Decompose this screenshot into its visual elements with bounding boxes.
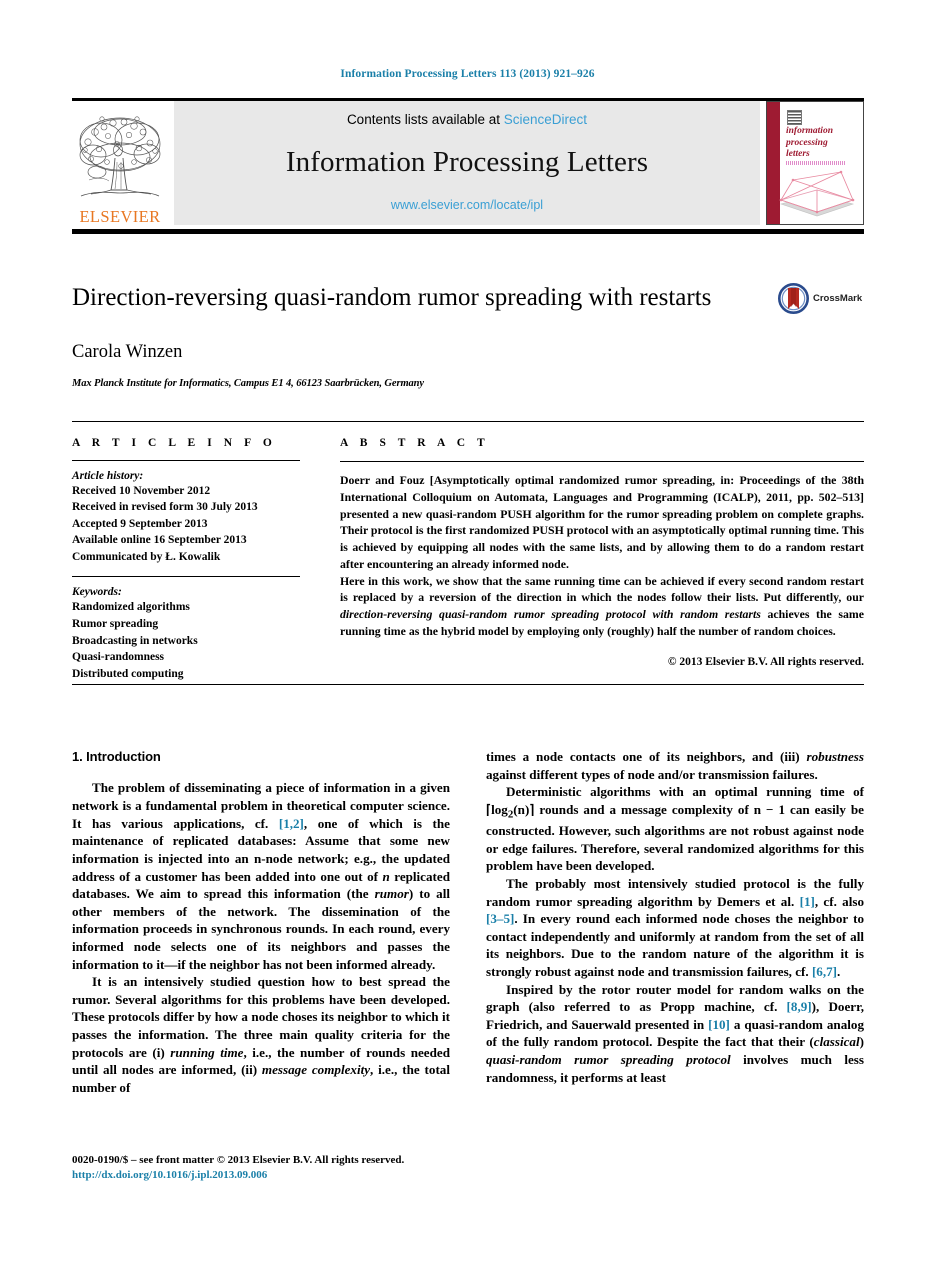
page-footer: 0020-0190/$ – see front matter © 2013 El… (72, 1153, 472, 1183)
crossmark-label: CrossMark (813, 293, 863, 304)
body-text: , cf. also (814, 893, 864, 909)
article-info-column: A R T I C L E I N F O Article history: R… (72, 437, 300, 683)
journal-cover-thumbnail[interactable]: information processing letters (766, 101, 864, 225)
body-text: times a node contacts one of its neighbo… (486, 749, 807, 764)
keywords-block: Keywords: Randomized algorithms Rumor sp… (72, 586, 300, 682)
body-text: . (837, 964, 841, 979)
body-emphasis: rumor (374, 886, 409, 902)
journal-homepage-link[interactable]: www.elsevier.com/locate/ipl (391, 198, 543, 212)
section-heading-introduction: 1. Introduction (72, 749, 161, 764)
history-item: Received in revised form 30 July 2013 (72, 501, 258, 514)
keyword-item: Distributed computing (72, 667, 184, 680)
info-section-top-rule (72, 421, 864, 422)
citation-link[interactable]: [10] (708, 1017, 730, 1032)
article-info-divider (72, 460, 300, 461)
keywords-divider (72, 576, 300, 578)
body-column-left: 1. Introduction The problem of dissemina… (72, 748, 450, 1096)
abstract-p2-emphasis: direction-reversing quasi-random rumor s… (340, 607, 761, 621)
abstract-divider (340, 461, 864, 462)
inline-math: n (382, 868, 390, 884)
journal-title: Information Processing Letters (285, 146, 649, 178)
body-paragraph: The probably most intensively studied pr… (486, 875, 864, 981)
history-item: Available online 16 September 2013 (72, 534, 247, 547)
journal-masthead: ELSEVIER Contents lists available at Sci… (72, 98, 864, 234)
citation-link[interactable]: [1] (800, 894, 815, 909)
body-text: against different types of node and/or t… (486, 766, 818, 782)
info-section-bottom-rule (72, 684, 864, 685)
body-column-right: times a node contacts one of its neighbo… (486, 748, 864, 1086)
contents-prefix: Contents lists available at (346, 112, 504, 127)
cover-title-line-3: letters (786, 149, 810, 160)
history-item: Accepted 9 September 2013 (72, 517, 208, 530)
history-item: Received 10 November 2012 (72, 485, 211, 497)
elsevier-tree-icon (79, 116, 161, 196)
body-text: (n)⌉ rounds and a message complexity of … (486, 801, 864, 874)
body-paragraph: Deterministic algorithms with an optimal… (486, 783, 864, 875)
article-title: Direction-reversing quasi-random rumor s… (72, 284, 712, 311)
body-text: . In every round each informed node chos… (486, 911, 864, 979)
article-history-label: Article history: (72, 470, 144, 482)
citation-link[interactable]: [8,9] (787, 999, 812, 1014)
body-emphasis: running time (170, 1044, 244, 1060)
doi-link[interactable]: http://dx.doi.org/10.1016/j.ipl.2013.09.… (72, 1168, 472, 1183)
body-emphasis: robustness (806, 749, 865, 764)
contents-available-line: Contents lists available at ScienceDirec… (347, 112, 587, 127)
body-paragraph: times a node contacts one of its neighbo… (486, 748, 864, 783)
abstract-text: Doerr and Fouz [Asymptotically optimal r… (340, 472, 864, 640)
sciencedirect-link[interactable]: ScienceDirect (504, 112, 587, 127)
body-text: ) (859, 1034, 864, 1050)
cover-title-line-1: information (786, 126, 833, 136)
citation-link[interactable]: [6,7] (812, 964, 837, 979)
abstract-p2-text-a: Here in this work, we show that the same… (340, 573, 864, 605)
masthead-center-panel: Contents lists available at ScienceDirec… (174, 101, 760, 225)
abstract-copyright: © 2013 Elsevier B.V. All rights reserved… (667, 655, 864, 668)
history-item: Communicated by Ł. Kowalik (72, 550, 221, 563)
cover-title-line-2: processing (786, 137, 828, 148)
citation-link[interactable]: [1,2] (279, 816, 304, 831)
abstract-paragraph-1: Doerr and Fouz [Asymptotically optimal r… (340, 472, 864, 573)
body-emphasis: message complexity (261, 1062, 371, 1078)
cover-title: information processing letters (786, 126, 833, 161)
crossmark-icon (778, 283, 809, 314)
abstract-column: A B S T R A C T Doerr and Fouz [Asymptot… (340, 437, 864, 668)
citation-link[interactable]: [3–5] (486, 911, 514, 926)
body-paragraph: The problem of disseminating a piece of … (72, 779, 450, 973)
body-emphasis: quasi-random rumor spreading protocol (486, 1052, 731, 1068)
crossmark-badge[interactable]: CrossMark (778, 283, 862, 314)
keyword-item: Broadcasting in networks (72, 634, 198, 647)
keyword-item: Rumor spreading (72, 617, 159, 630)
author-affiliation: Max Planck Institute for Informatics, Ca… (72, 377, 424, 389)
footer-copyright: 0020-0190/$ – see front matter © 2013 El… (72, 1154, 405, 1166)
elsevier-logo: ELSEVIER (72, 101, 168, 225)
body-paragraph: It is an intensively studied question ho… (72, 973, 450, 1096)
article-info-heading: A R T I C L E I N F O (72, 437, 277, 449)
abstract-heading: A B S T R A C T (340, 437, 490, 449)
title-block: Direction-reversing quasi-random rumor s… (72, 283, 772, 389)
cover-geometric-artwork (779, 170, 855, 217)
body-emphasis: classical (813, 1034, 860, 1050)
paper-page: Information Processing Letters 113 (2013… (0, 0, 935, 1266)
keyword-item: Quasi-randomness (72, 651, 165, 664)
author-name: Carola Winzen (72, 341, 183, 362)
elsevier-wordmark: ELSEVIER (79, 206, 161, 226)
running-head: Information Processing Letters 113 (2013… (340, 68, 595, 80)
body-paragraph: Inspired by the rotor router model for r… (486, 981, 864, 1087)
masthead-bottom-rule (72, 229, 864, 234)
cover-publisher-mark (787, 110, 802, 125)
keywords-label: Keywords: (72, 586, 122, 599)
abstract-paragraph-2: Here in this work, we show that the same… (340, 573, 864, 640)
abstract-p1-text: Doerr and Fouz [Asymptotically optimal r… (340, 473, 864, 571)
keyword-item: Randomized algorithms (72, 601, 190, 614)
